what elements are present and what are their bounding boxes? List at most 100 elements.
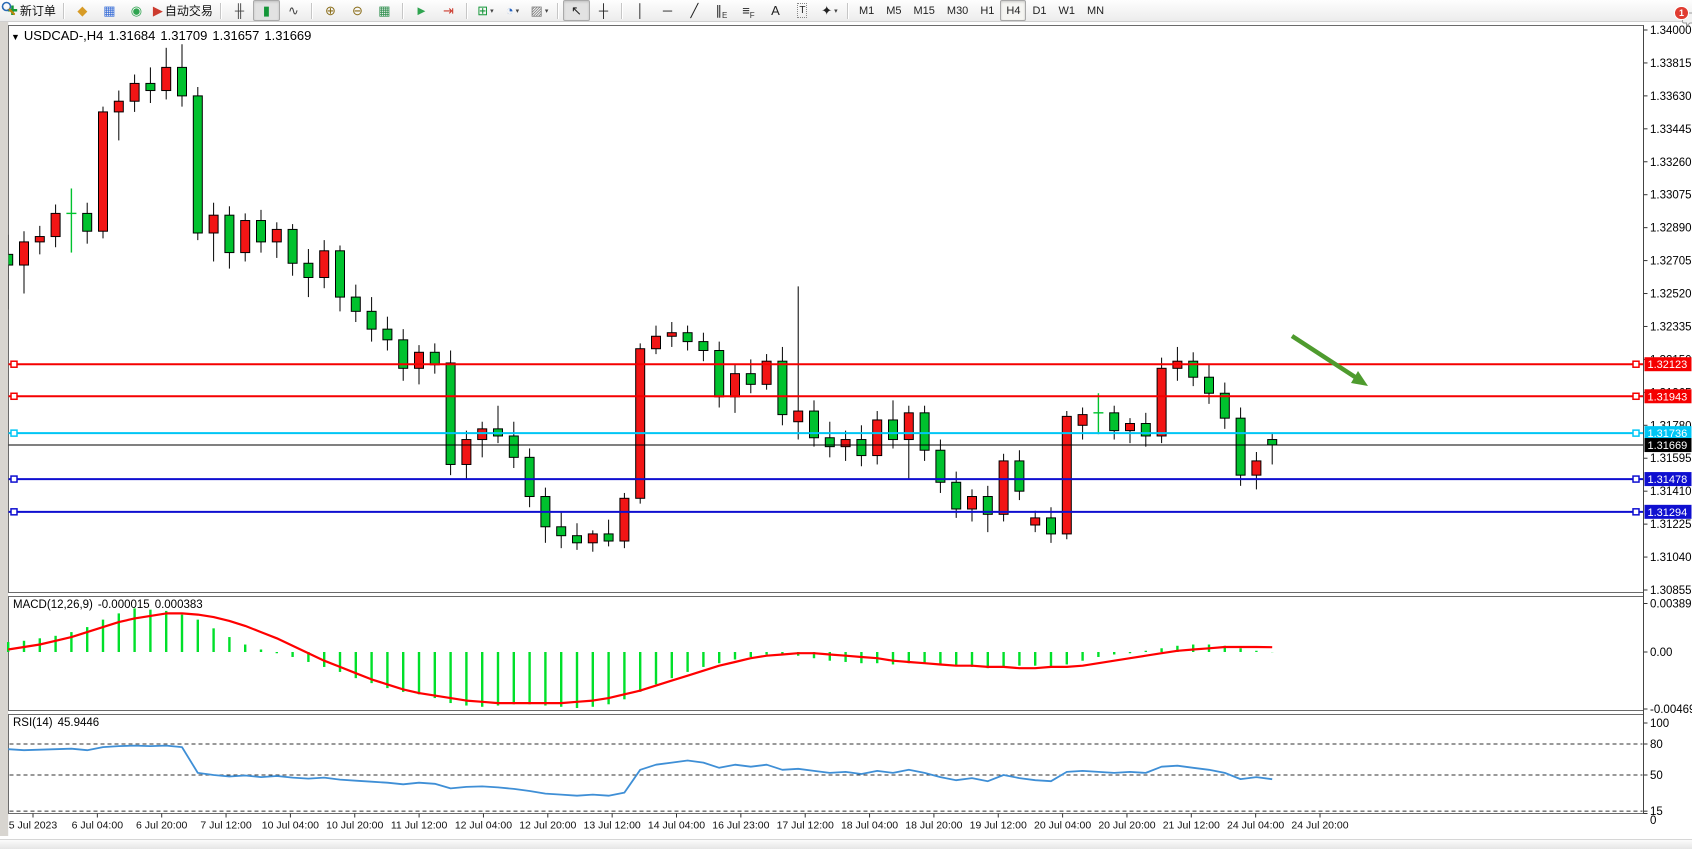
svg-text:1.31040: 1.31040	[1650, 552, 1692, 564]
svg-text:1.33260: 1.33260	[1650, 157, 1692, 169]
macd-signal-value: 0.000383	[155, 599, 203, 611]
cursor-icon: ↖	[571, 4, 582, 17]
timeframe-h4-button[interactable]: H4	[1000, 0, 1026, 21]
trendline-button[interactable]: ╱	[681, 0, 708, 21]
templates-icon: ▨	[531, 4, 543, 17]
autotrading-button[interactable]: ▶自动交易	[150, 0, 216, 21]
svg-text:11 Jul 12:00: 11 Jul 12:00	[391, 820, 448, 832]
svg-text:1.31410: 1.31410	[1650, 486, 1692, 498]
zoom-in-button[interactable]: ⊕	[317, 0, 344, 21]
rsi-panel[interactable]	[9, 715, 1644, 814]
new-chart-icon-icon: ▦	[103, 4, 115, 17]
candlestick-type-icon: ▮	[263, 4, 270, 17]
svg-text:20 Jul 20:00: 20 Jul 20:00	[1098, 820, 1155, 832]
signals-icon[interactable]: ◉	[123, 0, 150, 21]
svg-text:1.32705: 1.32705	[1650, 256, 1692, 268]
toolbar-separator	[220, 3, 222, 19]
dropdown-caret-icon[interactable]: ▾	[490, 7, 494, 15]
macd-main-value: -0.000015	[98, 599, 150, 611]
fibonacci-button[interactable]: ≡F	[735, 0, 762, 21]
svg-text:7 Jul 12:00: 7 Jul 12:00	[200, 820, 252, 832]
new-chart-icon[interactable]: ▦	[96, 0, 123, 21]
svg-text:1.32520: 1.32520	[1650, 289, 1692, 301]
svg-text:24 Jul 04:00: 24 Jul 04:00	[1227, 820, 1284, 832]
trendline-icon: ╱	[691, 4, 699, 17]
toolbar-separator	[621, 3, 623, 19]
fibonacci-icon: ≡	[742, 4, 750, 17]
icon-subscript: F	[750, 11, 755, 20]
equidistant-channel-button[interactable]: ∥E	[708, 0, 735, 21]
dropdown-caret-icon[interactable]: ▾	[516, 7, 520, 15]
tile-windows-button[interactable]: ▦	[371, 0, 398, 21]
rsi-value: 45.9446	[58, 717, 100, 729]
svg-text:1.34000: 1.34000	[1650, 25, 1692, 37]
zoom-out-icon: ⊖	[352, 4, 363, 17]
main-panel[interactable]	[9, 26, 1644, 593]
window-bottom-edge	[0, 839, 1692, 849]
svg-text:12 Jul 20:00: 12 Jul 20:00	[519, 820, 576, 832]
svg-text:0.00: 0.00	[1650, 647, 1672, 659]
ohlc-open: 1.31684	[108, 28, 155, 43]
arrows-icon: ✦	[821, 4, 832, 17]
one-click-caret-icon[interactable]: ▼	[11, 32, 20, 42]
horizontal-line-button[interactable]: ─	[654, 0, 681, 21]
svg-text:1.33075: 1.33075	[1650, 190, 1692, 202]
svg-text:1.32890: 1.32890	[1650, 223, 1692, 235]
indicators-icon: ⊞	[477, 4, 488, 17]
line-chart-type-button[interactable]: ∿	[280, 0, 307, 21]
svg-text:1.31225: 1.31225	[1650, 519, 1692, 531]
chart-title: ▼USDCAD-,H41.316841.317091.316571.31669	[11, 28, 311, 43]
svg-text:1.32123: 1.32123	[1648, 359, 1688, 371]
toolbar: ✚新订单◆▦◉▶自动交易╫▮∿⊕⊖▦►⇥⊞▾◔▾▨▾↖┼│─╱∥E≡FAT✦▾M…	[0, 0, 1692, 22]
svg-text:6 Jul 20:00: 6 Jul 20:00	[136, 820, 188, 832]
svg-text:1.33815: 1.33815	[1650, 58, 1692, 70]
auto-scroll-button[interactable]: ►	[408, 0, 435, 21]
chart-surface[interactable]: 1.340001.338151.336301.334451.332601.330…	[0, 22, 1692, 849]
templates-button[interactable]: ▨▾	[526, 0, 553, 21]
candlestick-type-button[interactable]: ▮	[253, 0, 280, 21]
timeframe-h1-button[interactable]: H1	[974, 0, 1000, 21]
timeframe-mn-button[interactable]: MN	[1081, 0, 1110, 21]
svg-text:1.33445: 1.33445	[1650, 124, 1692, 136]
indicators-button[interactable]: ⊞▾	[472, 0, 499, 21]
vertical-line-button[interactable]: │	[627, 0, 654, 21]
bar-chart-type-icon: ╫	[235, 4, 244, 17]
text-label-button[interactable]: T	[789, 0, 816, 21]
timeframe-m15-button[interactable]: M15	[908, 0, 941, 21]
toolbar-separator	[557, 3, 559, 19]
timeframe-w1-button[interactable]: W1	[1053, 0, 1082, 21]
dropdown-caret-icon[interactable]: ▾	[545, 7, 549, 15]
svg-text:12 Jul 04:00: 12 Jul 04:00	[455, 820, 512, 832]
chart-shift-icon: ⇥	[443, 4, 454, 17]
timeframe-m5-button[interactable]: M5	[880, 0, 907, 21]
chart-window[interactable]: 1.340001.338151.336301.334451.332601.330…	[0, 22, 1692, 849]
dropdown-caret-icon[interactable]: ▾	[834, 7, 838, 15]
svg-text:10 Jul 04:00: 10 Jul 04:00	[262, 820, 319, 832]
periods-button[interactable]: ◔▾	[499, 0, 526, 21]
autotrading-button-label: 自动交易	[165, 2, 213, 19]
crosshair-button[interactable]: ┼	[590, 0, 617, 21]
autotrading-icon: ▶	[153, 4, 163, 17]
zoom-out-button[interactable]: ⊖	[344, 0, 371, 21]
text-button[interactable]: A	[762, 0, 789, 21]
bar-chart-type-button[interactable]: ╫	[226, 0, 253, 21]
toolbar-separator	[847, 3, 849, 19]
ohlc-close: 1.31669	[264, 28, 311, 43]
rsi-indicator-label: RSI(14)45.9446	[13, 717, 99, 729]
arrows-button[interactable]: ✦▾	[816, 0, 843, 21]
chart-shift-button[interactable]: ⇥	[435, 0, 462, 21]
toolbar-separator	[466, 3, 468, 19]
symbol-label: USDCAD-,H4	[24, 28, 103, 43]
timeframe-m30-button[interactable]: M30	[941, 0, 974, 21]
ohlc-low: 1.31657	[212, 28, 259, 43]
svg-text:-0.004699: -0.004699	[1650, 704, 1692, 716]
macd-indicator-label: MACD(12,26,9)-0.0000150.000383	[13, 599, 203, 611]
svg-text:19 Jul 12:00: 19 Jul 12:00	[970, 820, 1027, 832]
toolbar-separator	[311, 3, 313, 19]
new-order-button-label: 新订单	[20, 2, 56, 19]
svg-text:1.31669: 1.31669	[1648, 440, 1688, 452]
timeframe-m1-button[interactable]: M1	[853, 0, 880, 21]
timeframe-d1-button[interactable]: D1	[1026, 0, 1052, 21]
cursor-button[interactable]: ↖	[563, 0, 590, 21]
market-watch-icon[interactable]: ◆	[69, 0, 96, 21]
